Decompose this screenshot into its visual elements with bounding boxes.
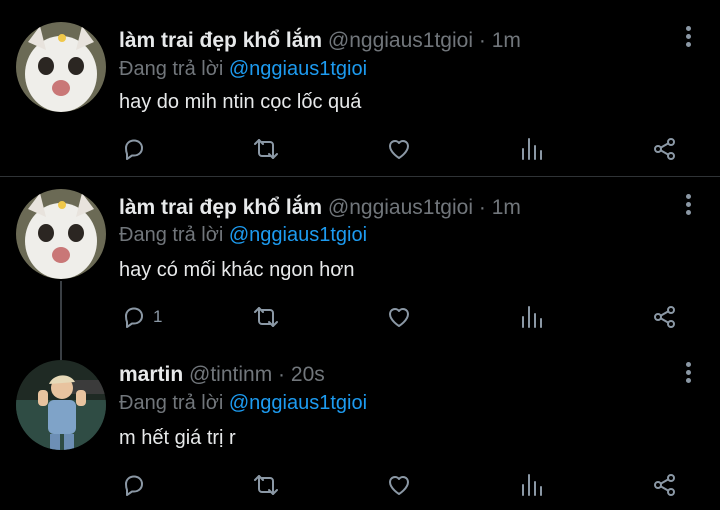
more-options-button[interactable] <box>684 26 692 50</box>
analytics-button[interactable] <box>518 302 546 332</box>
tweet[interactable]: làm trai đẹp khổ lắm @nggiaus1tgioi · 1m… <box>0 177 720 345</box>
reply-context: Đang trả lời @nggiaus1tgioi <box>119 222 367 248</box>
reply-button[interactable] <box>120 134 153 164</box>
tweet-text: hay do mih ntin cọc lốc quá <box>119 91 362 113</box>
person-avatar-icon <box>16 360 106 450</box>
analytics-icon <box>522 306 542 328</box>
reply-icon <box>125 475 143 496</box>
like-button[interactable] <box>385 302 413 332</box>
reply-context: Đang trả lời @nggiaus1tgioi <box>119 390 367 416</box>
action-bar <box>0 134 720 164</box>
more-icon <box>684 194 692 215</box>
display-name[interactable]: làm trai đẹp khổ lắm <box>119 196 322 219</box>
like-icon <box>389 308 409 327</box>
share-icon <box>654 306 675 328</box>
user-handle[interactable]: @nggiaus1tgioi <box>328 29 473 52</box>
share-button[interactable] <box>651 302 679 332</box>
analytics-button[interactable] <box>518 470 546 500</box>
share-button[interactable] <box>651 470 679 500</box>
cat-avatar-icon <box>16 22 106 112</box>
reply-icon <box>125 139 143 160</box>
user-handle[interactable]: @tintinm <box>189 363 272 386</box>
action-bar <box>0 470 720 500</box>
reply-button[interactable]: 1 <box>120 302 162 332</box>
tweet[interactable]: martin @tintinm · 20s Đang trả lời @nggi… <box>0 345 720 510</box>
tweet-header: martin @tintinm · 20s <box>119 362 325 388</box>
share-icon <box>654 138 675 160</box>
retweet-button[interactable] <box>252 470 280 500</box>
reply-icon <box>125 307 143 328</box>
timestamp[interactable]: 1m <box>492 196 521 219</box>
reply-target-link[interactable]: @nggiaus1tgioi <box>229 58 367 80</box>
reply-prefix: Đang trả lời <box>119 392 224 414</box>
action-bar: 1 <box>0 302 720 332</box>
timestamp[interactable]: 20s <box>291 363 325 386</box>
reply-button[interactable] <box>120 470 153 500</box>
share-icon <box>654 474 675 496</box>
tweet-header: làm trai đẹp khổ lắm @nggiaus1tgioi · 1m <box>119 28 521 54</box>
tweet[interactable]: làm trai đẹp khổ lắm @nggiaus1tgioi · 1m… <box>0 0 720 176</box>
display-name[interactable]: martin <box>119 363 183 386</box>
more-options-button[interactable] <box>684 194 692 218</box>
more-icon <box>684 362 692 383</box>
display-name[interactable]: làm trai đẹp khổ lắm <box>119 29 322 52</box>
like-icon <box>389 476 409 495</box>
avatar[interactable] <box>16 189 106 279</box>
reply-target-link[interactable]: @nggiaus1tgioi <box>229 392 367 414</box>
user-handle[interactable]: @nggiaus1tgioi <box>328 196 473 219</box>
tweet-header: làm trai đẹp khổ lắm @nggiaus1tgioi · 1m <box>119 195 521 221</box>
like-button[interactable] <box>385 134 413 164</box>
share-button[interactable] <box>651 134 679 164</box>
reply-target-link[interactable]: @nggiaus1tgioi <box>229 224 367 246</box>
retweet-icon <box>254 475 278 495</box>
more-icon <box>684 26 692 47</box>
tweet-text: hay có mối khác ngon hơn <box>119 259 355 281</box>
tweet-text: m hết giá trị r <box>119 427 236 449</box>
reply-count: 1 <box>153 307 163 326</box>
like-icon <box>389 140 409 159</box>
retweet-button[interactable] <box>252 134 280 164</box>
more-options-button[interactable] <box>684 362 692 386</box>
analytics-icon <box>522 474 542 496</box>
like-button[interactable] <box>385 470 413 500</box>
retweet-icon <box>254 307 278 327</box>
separator: · <box>278 363 286 386</box>
retweet-button[interactable] <box>252 302 280 332</box>
separator: · <box>478 29 486 52</box>
reply-context: Đang trả lời @nggiaus1tgioi <box>119 56 367 82</box>
avatar[interactable] <box>16 22 106 112</box>
retweet-icon <box>254 139 278 159</box>
analytics-icon <box>522 138 542 160</box>
cat-avatar-icon <box>16 189 106 279</box>
analytics-button[interactable] <box>518 134 546 164</box>
separator: · <box>478 196 486 219</box>
reply-prefix: Đang trả lời <box>119 224 224 246</box>
reply-prefix: Đang trả lời <box>119 58 224 80</box>
avatar[interactable] <box>16 360 106 450</box>
timestamp[interactable]: 1m <box>492 29 521 52</box>
